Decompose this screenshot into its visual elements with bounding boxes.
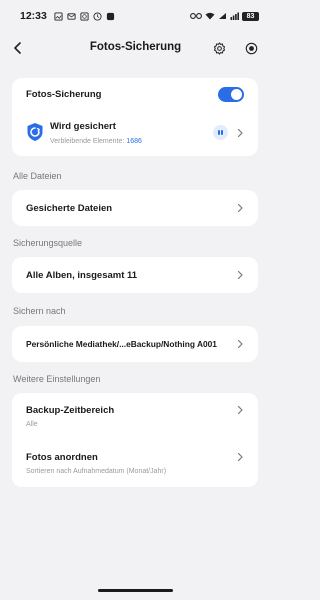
battery-indicator: 83 [242, 11, 259, 21]
backup-time-range-label: Backup-Zeitbereich [26, 405, 115, 416]
remaining-items-label: Verbleibende Elemente: [50, 138, 125, 145]
chevron-right-icon [237, 203, 243, 213]
gallery-notification-icon [54, 11, 63, 21]
clock-notification-icon [93, 11, 102, 21]
chevron-right-icon [237, 270, 243, 280]
backup-toggle-label: Fotos-Sicherung [26, 89, 102, 100]
backup-source-row[interactable]: Alle Alben, insgesamt 11 [12, 257, 258, 293]
pause-bar-left [218, 130, 220, 135]
remaining-items-count: 1686 [126, 138, 142, 145]
chevron-right-icon [237, 452, 243, 462]
backup-destination-card: Persönliche Mediathek/...eBackup/Nothing… [12, 326, 258, 362]
remaining-items-text: Verbleibende Elemente: 1686 [50, 138, 142, 145]
status-bar: 12:33 83 [0, 0, 271, 32]
arrange-photos-label: Fotos anordnen [26, 452, 98, 463]
gear-icon [213, 41, 225, 55]
backup-source-card: Alle Alben, insgesamt 11 [12, 257, 258, 293]
backup-source-label: Alle Alben, insgesamt 11 [26, 270, 138, 281]
wifi-icon [205, 12, 215, 20]
backup-destination-label: Persönliche Mediathek/...eBackup/Nothing… [26, 339, 217, 349]
section-title-more-settings: Weitere Einstellungen [13, 374, 101, 384]
photos-notification-icon [80, 11, 89, 21]
app-header: Fotos-Sicherung [0, 32, 271, 62]
section-title-backup-destination: Sichern nach [13, 306, 66, 316]
cellular-icon-1 [219, 13, 226, 19]
backed-up-files-row[interactable]: Gesicherte Dateien [12, 190, 258, 226]
more-settings-card: Backup-Zeitbereich Alle Fotos anordnen S… [12, 393, 258, 487]
mail-notification-icon [67, 12, 76, 20]
page-title: Fotos-Sicherung [89, 41, 182, 53]
section-title-all-files: Alle Dateien [13, 171, 62, 181]
record-button[interactable] [241, 38, 261, 58]
record-icon [245, 42, 257, 54]
backup-destination-row[interactable]: Persönliche Mediathek/...eBackup/Nothing… [12, 326, 258, 362]
chevron-right-icon [237, 405, 243, 415]
all-files-card: Gesicherte Dateien [12, 190, 258, 226]
settings-button[interactable] [209, 38, 229, 58]
backup-status-title: Wird gesichert [50, 121, 116, 132]
backed-up-files-label: Gesicherte Dateien [26, 203, 113, 214]
backup-time-range-value: Alle [26, 421, 38, 428]
key-icon [190, 13, 202, 19]
pause-bar-right [221, 130, 223, 135]
arrange-photos-row[interactable]: Fotos anordnen Sortieren nach Aufnahmeda… [12, 439, 258, 487]
app-notification-icon [106, 12, 114, 20]
backup-card: Fotos-Sicherung Wird gesichert Verbleibe… [12, 78, 258, 156]
backup-toggle-row[interactable]: Fotos-Sicherung [12, 78, 258, 110]
shield-icon [26, 122, 44, 142]
backup-toggle[interactable] [218, 87, 244, 102]
section-title-backup-source: Sicherungsquelle [13, 238, 83, 248]
cellular-icon-2 [230, 12, 239, 20]
pause-backup-button[interactable] [213, 125, 228, 140]
gesture-handle[interactable] [98, 589, 173, 592]
backup-status-row[interactable]: Wird gesichert Verbleibende Elemente: 16… [12, 110, 258, 156]
chevron-right-icon [237, 339, 243, 349]
backup-time-range-row[interactable]: Backup-Zeitbereich Alle [12, 393, 258, 439]
chevron-right-icon [237, 128, 243, 138]
toggle-knob [231, 89, 242, 100]
status-time: 12:33 [20, 10, 47, 22]
arrange-photos-value: Sortieren nach Aufnahmedatum (Monat/Jahr… [26, 468, 167, 475]
